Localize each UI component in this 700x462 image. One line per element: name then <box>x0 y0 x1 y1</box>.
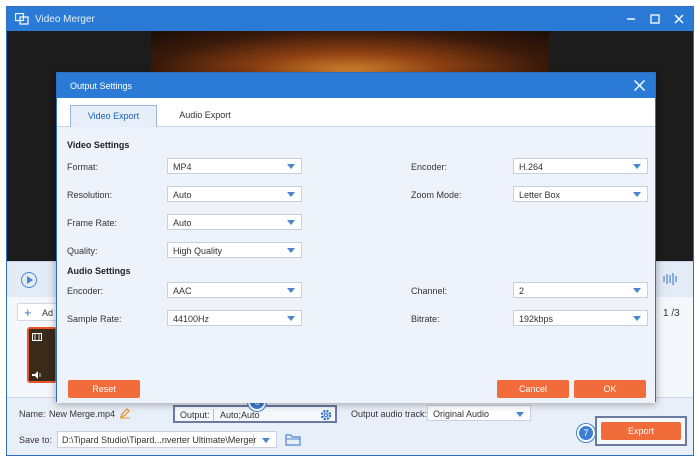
add-clip-label: Ad <box>42 308 54 318</box>
maximize-button[interactable] <box>647 11 663 27</box>
title-bar: Video Merger <box>7 7 693 31</box>
dialog-title: Output Settings <box>70 81 133 91</box>
film-icon <box>32 333 42 341</box>
bitrate-select[interactable]: 192kbps <box>513 310 648 326</box>
chevron-down-icon <box>287 164 295 169</box>
format-value: MP4 <box>173 162 192 172</box>
edit-name-icon[interactable] <box>119 407 131 419</box>
chevron-down-icon <box>287 316 295 321</box>
play-button[interactable] <box>21 272 37 288</box>
dialog-title-bar: Output Settings <box>57 73 655 98</box>
page-total: 3 <box>674 308 680 319</box>
frame-rate-label: Frame Rate: <box>67 218 118 228</box>
audio-encoder-value: AAC <box>173 286 192 296</box>
page-indicator: 1 /3 <box>663 308 680 319</box>
tab-video-export[interactable]: Video Export <box>70 105 157 127</box>
save-to-select[interactable]: D:\Tipard Studio\Tipard...nverter Ultima… <box>57 431 277 448</box>
output-settings-dialog: Output Settings Video Export Audio Expor… <box>56 72 656 403</box>
resolution-label: Resolution: <box>67 190 113 200</box>
zoom-mode-select[interactable]: Letter Box <box>513 186 648 202</box>
gear-icon[interactable] <box>319 408 333 422</box>
name-label: Name: <box>19 409 46 419</box>
sample-rate-label: Sample Rate: <box>67 314 122 324</box>
audio-encoder-label: Encoder: <box>67 286 104 296</box>
chevron-down-icon <box>633 164 641 169</box>
frame-rate-value: Auto <box>173 218 192 228</box>
clip-audio-icon <box>32 371 41 379</box>
file-name-value: New Merge.mp4 <box>49 409 116 419</box>
add-clip-button[interactable]: + Ad <box>17 303 57 321</box>
page-current: 1 <box>663 308 669 319</box>
video-settings-heading: Video Settings <box>67 140 130 150</box>
bitrate-label: Bitrate: <box>411 314 440 324</box>
quality-value: High Quality <box>173 246 223 256</box>
bitrate-value: 192kbps <box>519 314 554 324</box>
chevron-down-icon <box>287 192 295 197</box>
sample-rate-select[interactable]: 44100Hz <box>167 310 302 326</box>
video-preview-frame <box>151 31 549 73</box>
chevron-down-icon <box>633 288 641 293</box>
audio-settings-heading: Audio Settings <box>67 266 131 276</box>
audio-track-label: Output audio track: <box>351 409 428 419</box>
save-to-divider <box>253 434 254 446</box>
chevron-down-icon <box>633 316 641 321</box>
audio-encoder-select[interactable]: AAC <box>167 282 302 298</box>
sample-rate-value: 44100Hz <box>173 314 210 324</box>
video-encoder-select[interactable]: H.264 <box>513 158 648 174</box>
bottom-bar: Name: New Merge.mp4 Output: Auto;Auto 6 … <box>7 393 693 455</box>
chevron-down-icon <box>262 438 270 443</box>
clip-thumbnail[interactable] <box>27 327 57 383</box>
step-badge-7: 7 <box>577 424 595 442</box>
resolution-value: Auto <box>173 190 192 200</box>
reset-button[interactable]: Reset <box>68 380 140 398</box>
dialog-tab-bar: Video Export Audio Export <box>57 98 655 127</box>
app-logo-icon <box>15 13 29 25</box>
minimize-button[interactable] <box>623 11 639 27</box>
output-value: Auto;Auto <box>220 410 260 420</box>
cancel-button[interactable]: Cancel <box>497 380 569 398</box>
resolution-select[interactable]: Auto <box>167 186 302 202</box>
close-icon <box>674 14 684 24</box>
window-title: Video Merger <box>35 14 95 25</box>
folder-icon[interactable] <box>285 432 301 446</box>
plus-icon: + <box>24 305 32 320</box>
tab-audio-export[interactable]: Audio Export <box>165 105 245 127</box>
video-merger-window: Video Merger 2 + Ad 1 /3 <box>6 6 694 456</box>
audio-track-value: Original Audio <box>433 409 490 419</box>
export-highlight: Export <box>595 416 687 446</box>
video-encoder-label: Encoder: <box>411 162 448 172</box>
audio-track-select[interactable]: Original Audio <box>427 405 531 421</box>
minimize-icon <box>627 18 635 20</box>
channel-label: Channel: <box>411 286 448 296</box>
dialog-body: Video Settings Format: MP4 Encoder: H.26… <box>57 127 655 403</box>
format-label: Format: <box>67 162 99 172</box>
chevron-down-icon <box>633 192 641 197</box>
close-button[interactable] <box>671 11 687 27</box>
zoom-mode-label: Zoom Mode: <box>411 190 462 200</box>
channel-value: 2 <box>519 286 525 296</box>
output-divider <box>213 409 214 421</box>
quality-select[interactable]: High Quality <box>167 242 302 258</box>
format-select[interactable]: MP4 <box>167 158 302 174</box>
save-to-label: Save to: <box>19 435 53 445</box>
zoom-mode-value: Letter Box <box>519 190 561 200</box>
output-label: Output: <box>180 410 210 420</box>
channel-select[interactable]: 2 <box>513 282 648 298</box>
export-button[interactable]: Export <box>601 422 681 440</box>
maximize-icon <box>650 14 660 24</box>
frame-rate-select[interactable]: Auto <box>167 214 302 230</box>
save-to-path: D:\Tipard Studio\Tipard...nverter Ultima… <box>62 435 257 445</box>
chevron-down-icon <box>516 412 524 417</box>
video-encoder-value: H.264 <box>519 162 544 172</box>
chevron-down-icon <box>287 248 295 253</box>
chevron-down-icon <box>287 288 295 293</box>
quality-label: Quality: <box>67 246 98 256</box>
dialog-close-icon[interactable] <box>633 79 646 92</box>
ok-button[interactable]: OK <box>574 380 646 398</box>
volume-icon[interactable] <box>661 272 681 286</box>
chevron-down-icon <box>287 220 295 225</box>
